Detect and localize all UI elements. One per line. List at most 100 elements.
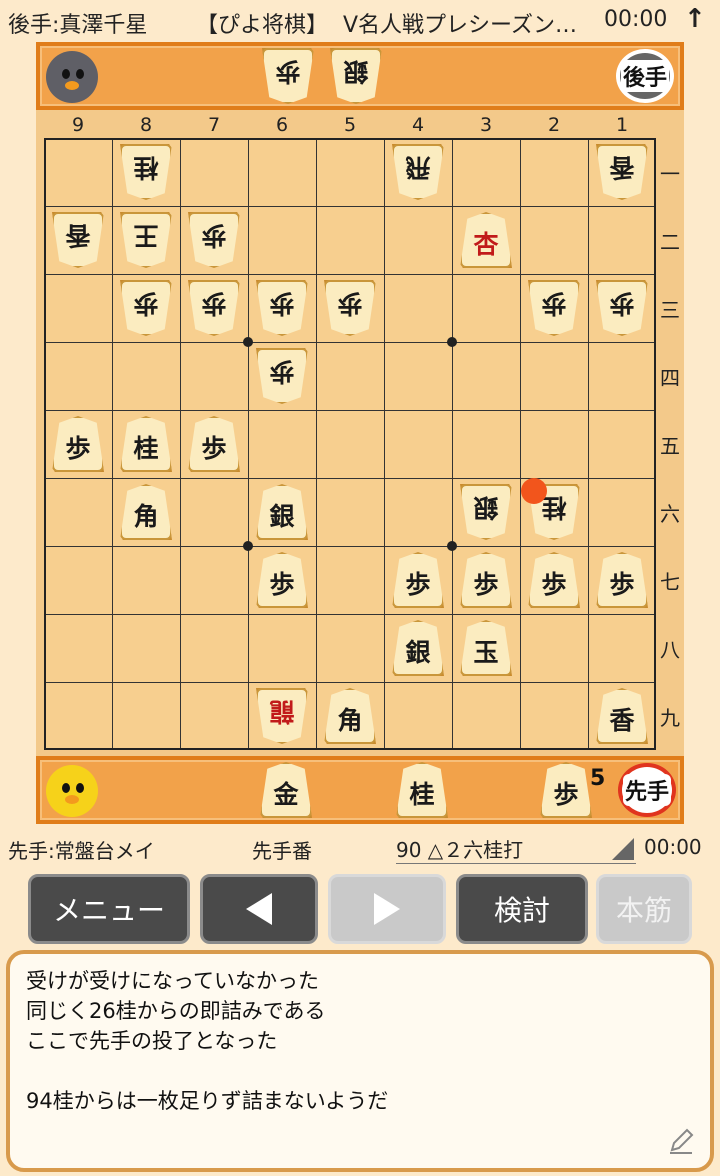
board-piece-sente[interactable]: 角 (120, 484, 172, 540)
file-label: 5 (343, 114, 357, 136)
grid-line (112, 140, 113, 748)
sente-hand-piece-knight[interactable]: 桂 (396, 762, 448, 818)
board-piece-gote[interactable]: 歩 (324, 280, 376, 336)
comment-line: 94桂からは一枚足りず詰まないようだ (26, 1089, 389, 1113)
sente-side-badge: 先手 (618, 763, 676, 817)
gote-hand-piece[interactable]: 銀 (330, 48, 382, 104)
sente-hand-piece-gold[interactable]: 金 (260, 762, 312, 818)
grid-line (46, 274, 654, 275)
board-piece-gote[interactable]: 王 (120, 212, 172, 268)
left-triangle-icon (246, 893, 272, 925)
grid-line (248, 140, 249, 748)
board-piece-gote[interactable]: 歩 (596, 280, 648, 336)
file-label: 3 (479, 114, 493, 136)
star-point (243, 337, 253, 347)
last-move-marker-icon (521, 478, 547, 504)
board-piece-gote[interactable]: 銀 (460, 484, 512, 540)
rank-label: 九 (660, 706, 680, 730)
rank-labels: 一二三四五六七八九 (656, 138, 684, 750)
comment-line: 同じく26桂からの即詰みである (26, 999, 326, 1023)
dropdown-corner-icon[interactable] (612, 838, 634, 860)
star-point (243, 541, 253, 551)
board-piece-gote[interactable]: 龍 (256, 688, 308, 744)
rank-label: 六 (660, 502, 680, 526)
prev-move-button[interactable] (200, 874, 318, 944)
board-piece-gote[interactable]: 香 (52, 212, 104, 268)
sente-hand-pawn-count: 5 (590, 766, 606, 791)
board-piece-gote[interactable]: 香 (596, 144, 648, 200)
board-piece-sente[interactable]: 歩 (460, 552, 512, 608)
sente-hand-bar: 金 桂 歩 5 先手 (36, 756, 684, 824)
gote-side-badge: 後手 (616, 49, 674, 103)
gote-avatar-chick-icon (46, 51, 98, 103)
edit-pencil-icon[interactable] (666, 1126, 696, 1156)
board-piece-gote[interactable]: 歩 (256, 280, 308, 336)
board-piece-sente[interactable]: 歩 (596, 552, 648, 608)
file-label: 7 (207, 114, 221, 136)
board-piece-sente[interactable]: 角 (324, 688, 376, 744)
board-piece-sente[interactable]: 歩 (392, 552, 444, 608)
file-label: 4 (411, 114, 425, 136)
board-piece-gote[interactable]: 歩 (528, 280, 580, 336)
board-piece-sente[interactable]: 歩 (256, 552, 308, 608)
board-piece-sente[interactable]: 桂 (120, 416, 172, 472)
file-label: 1 (615, 114, 629, 136)
board-piece-sente[interactable]: 歩 (188, 416, 240, 472)
board-piece-sente[interactable]: 歩 (52, 416, 104, 472)
file-label: 6 (275, 114, 289, 136)
move-selector[interactable]: 90 △２六桂打 (396, 834, 636, 864)
board-piece-sente[interactable]: 杏 (460, 212, 512, 268)
rank-label: 一 (660, 162, 680, 186)
grid-line (46, 206, 654, 207)
comment-line (26, 1056, 694, 1086)
file-labels: 9 8 7 6 5 4 3 2 1 (44, 110, 656, 140)
board-piece-gote[interactable]: 歩 (120, 280, 172, 336)
title-bar: 後手:真澤千星 【ぴよ将棋】 V名人戦プレシーズン… 00:00 ↑ (0, 0, 720, 42)
grid-line (46, 614, 654, 615)
grid-line (316, 140, 317, 748)
mainline-button[interactable]: 本筋 (596, 874, 692, 944)
sente-hand-piece-pawn[interactable]: 歩 (540, 762, 592, 818)
board-piece-sente[interactable]: 玉 (460, 620, 512, 676)
grid-line (46, 546, 654, 547)
right-triangle-icon (374, 893, 400, 925)
board-piece-gote[interactable]: 歩 (256, 348, 308, 404)
sente-avatar-chick-icon (46, 765, 98, 817)
next-move-button[interactable] (328, 874, 446, 944)
grid-line (46, 478, 654, 479)
gote-hand-piece[interactable]: 歩 (262, 48, 314, 104)
sente-clock: 00:00 (644, 835, 702, 859)
grid-line (180, 140, 181, 748)
comment-line: 受けが受けになっていなかった (26, 969, 319, 993)
grid-line (452, 140, 453, 748)
rank-label: 二 (660, 230, 680, 254)
sente-player-name: 先手:常盤台メイ (8, 839, 155, 863)
grid-line (520, 140, 521, 748)
board-piece-sente[interactable]: 香 (596, 688, 648, 744)
board-piece-sente[interactable]: 銀 (256, 484, 308, 540)
star-point (447, 337, 457, 347)
grid-line (46, 682, 654, 683)
grid-line (588, 140, 589, 748)
app-name: 【ぴよ将棋】 (196, 13, 329, 38)
file-label: 9 (71, 114, 85, 136)
rank-label: 七 (660, 570, 680, 594)
board-piece-gote[interactable]: 歩 (188, 280, 240, 336)
comment-line: ここで先手の投了となった (26, 1029, 278, 1053)
info-row: 先手:常盤台メイ 先手番 90 △２六桂打 00:00 (0, 830, 720, 866)
file-label: 2 (547, 114, 561, 136)
analyze-button[interactable]: 検討 (456, 874, 588, 944)
rank-label: 三 (660, 298, 680, 322)
gote-clock: 00:00 (604, 7, 668, 32)
menu-button[interactable]: メニュー (28, 874, 190, 944)
rank-label: 四 (660, 366, 680, 390)
board-piece-gote[interactable]: 歩 (188, 212, 240, 268)
board-piece-sente[interactable]: 銀 (392, 620, 444, 676)
grid-line (384, 140, 385, 748)
grid-line (46, 342, 654, 343)
comment-box[interactable]: 受けが受けになっていなかった 同じく26桂からの即詰みである ここで先手の投了と… (6, 950, 714, 1172)
board-piece-gote[interactable]: 桂 (120, 144, 172, 200)
flip-board-icon[interactable]: ↑ (684, 4, 706, 34)
board-piece-gote[interactable]: 飛 (392, 144, 444, 200)
board-piece-sente[interactable]: 歩 (528, 552, 580, 608)
